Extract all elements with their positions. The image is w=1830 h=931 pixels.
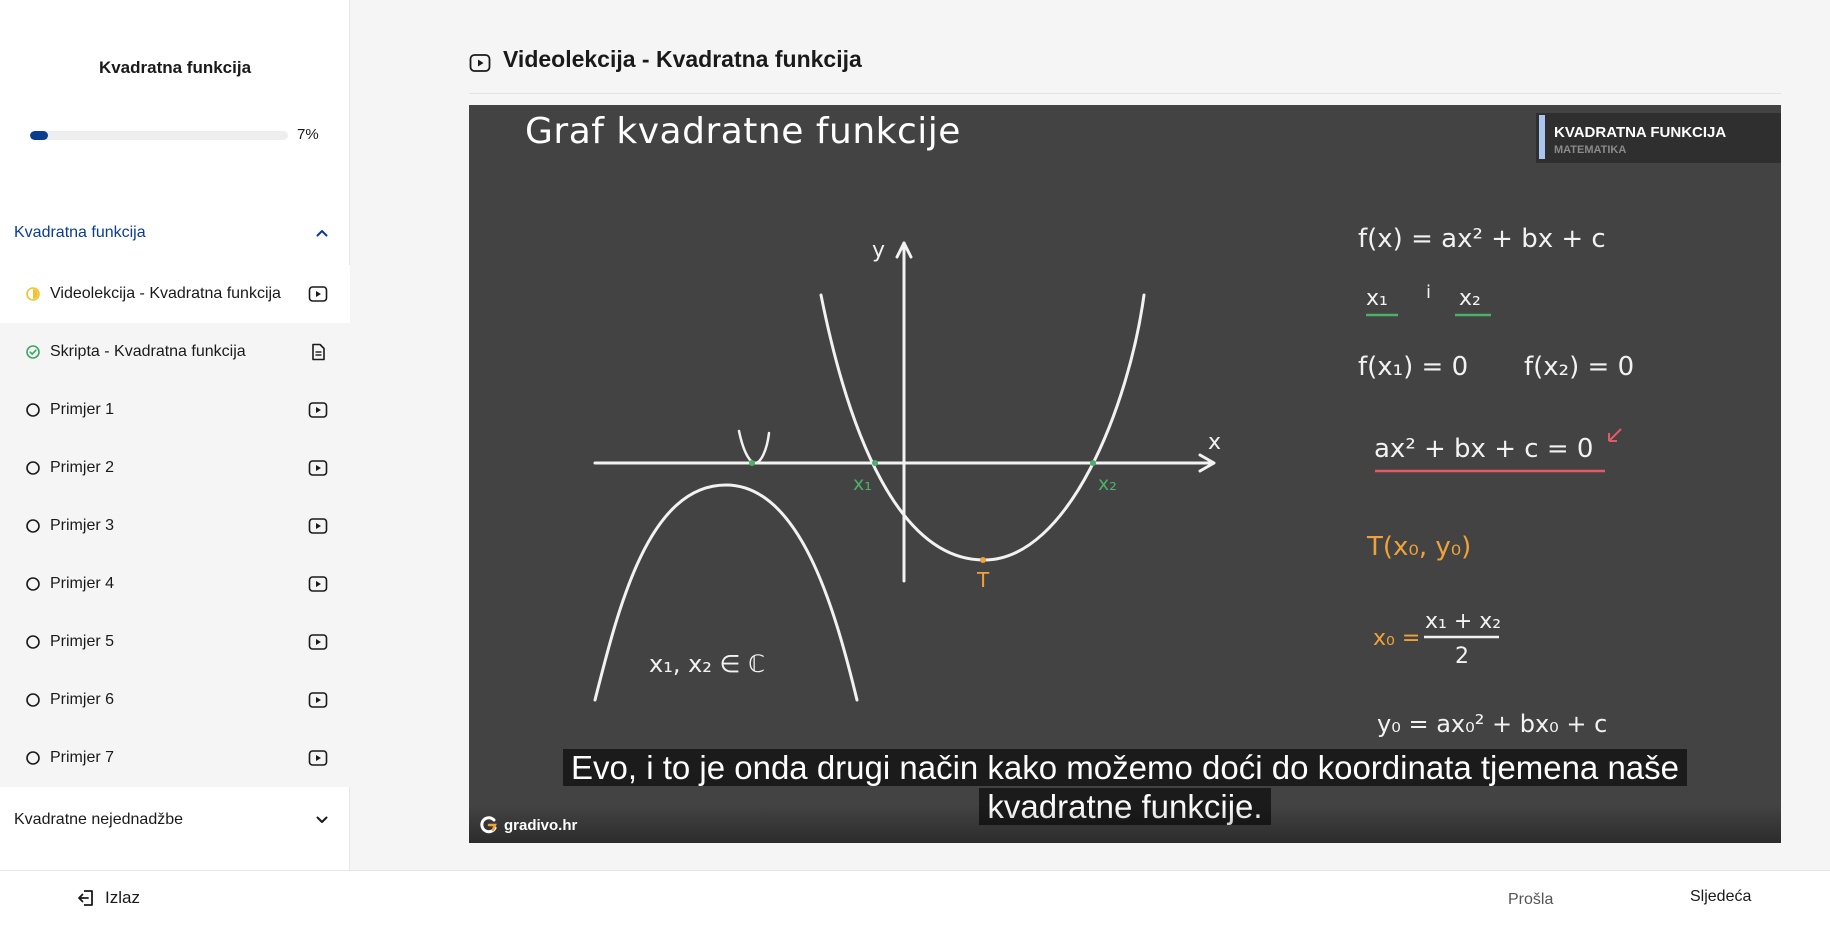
- badge-accent: [1539, 115, 1545, 159]
- lesson-item[interactable]: Primjer 6: [0, 671, 350, 729]
- formula-x0-left: x₀ =: [1373, 626, 1420, 651]
- axis-y-label: y: [872, 238, 885, 263]
- lesson-label: Primjer 7: [50, 749, 115, 766]
- not-started-circle-icon: [26, 577, 40, 591]
- not-started-circle-icon: [26, 461, 40, 475]
- badge-subtitle: MATEMATIKA: [1554, 144, 1627, 156]
- video-icon: [308, 750, 328, 766]
- not-started-circle-icon: [26, 519, 40, 533]
- progress-percent: 7%: [297, 126, 319, 143]
- complex-roots-label: x₁, x₂ ∈ ℂ: [649, 650, 765, 678]
- formula-f-x2: f(x₂) = 0: [1524, 352, 1634, 382]
- next-label: Sljedeća: [1690, 888, 1752, 905]
- progress-fill: [30, 131, 49, 140]
- in-progress-icon: [26, 287, 40, 301]
- formula-f-x1: f(x₁) = 0: [1358, 352, 1468, 382]
- badge-title: KVADRATNA FUNKCIJA: [1554, 124, 1727, 141]
- formula-equation: ax² + bx + c = 0: [1374, 434, 1593, 464]
- video-player[interactable]: y x x₁ x₂ T x₁, x₂ ∈ ℂ f(x) = ax² + bx +…: [469, 105, 1781, 843]
- exit-button[interactable]: Izlaz: [76, 888, 140, 908]
- chapter-kvadratne-nejednadzbe[interactable]: Kvadratne nejednadžbe: [0, 792, 350, 848]
- chapter-label: Kvadratna funkcija: [14, 224, 146, 241]
- gradivo-logo-icon: [480, 816, 497, 834]
- completed-check-icon: [26, 345, 40, 359]
- vertex-label: T: [976, 568, 990, 592]
- lesson-header: Videolekcija - Kvadratna funkcija: [469, 46, 1781, 94]
- course-progress: 7%: [30, 126, 330, 146]
- lesson-label: Primjer 6: [50, 691, 115, 708]
- previous-button[interactable]: Prošla: [1498, 891, 1553, 909]
- lesson-item[interactable]: Primjer 3: [0, 497, 350, 555]
- video-icon: [308, 692, 328, 708]
- brand-watermark: gradivo.hr: [479, 815, 577, 835]
- chevron-up-icon: [316, 227, 328, 239]
- lesson-item[interactable]: Primjer 1: [0, 381, 350, 439]
- lesson-label: Primjer 5: [50, 633, 115, 650]
- formula-and: i: [1426, 282, 1431, 303]
- progress-track: [30, 131, 288, 140]
- chalkboard-drawing: y x x₁ x₂ T x₁, x₂ ∈ ℂ f(x) = ax² + bx +…: [593, 224, 1634, 738]
- not-started-circle-icon: [26, 693, 40, 707]
- video-icon: [308, 402, 328, 418]
- page-title: Videolekcija - Kvadratna funkcija: [503, 46, 862, 72]
- lesson-list: Videolekcija - Kvadratna funkcija Skript…: [0, 265, 350, 787]
- previous-label: Prošla: [1508, 891, 1554, 908]
- formula-vertex: T(x₀, y₀): [1366, 532, 1471, 562]
- exit-icon: [78, 890, 93, 906]
- formula-x2: x₂: [1459, 286, 1481, 311]
- formula-x0-denominator: 2: [1455, 644, 1469, 669]
- small-parabola: [737, 429, 771, 465]
- video-icon: [308, 634, 328, 650]
- exit-label: Izlaz: [105, 888, 140, 907]
- lesson-label: Primjer 3: [50, 517, 115, 534]
- course-title: Kvadratna funkcija: [98, 58, 252, 77]
- video-bottom-bar: [469, 805, 1781, 843]
- next-button[interactable]: Sljedeća: [1690, 888, 1761, 906]
- upward-parabola: [819, 293, 1146, 562]
- root1-label: x₁: [853, 473, 872, 495]
- lesson-label: Primjer 1: [50, 401, 115, 418]
- video-icon: [308, 286, 328, 302]
- brand-name: gradivo.hr: [504, 816, 578, 834]
- lesson-item[interactable]: Primjer 5: [0, 613, 350, 671]
- chevron-down-icon: [316, 814, 328, 826]
- not-started-circle-icon: [26, 403, 40, 417]
- chapter-label: Kvadratne nejednadžbe: [14, 811, 184, 828]
- formula-y0: y₀ = ax₀² + bx₀ + c: [1377, 710, 1607, 738]
- board-title: Graf kvadratne funkcije: [525, 111, 961, 152]
- chapter-kvadratna-funkcija[interactable]: Kvadratna funkcija: [0, 205, 350, 261]
- subtitle-line-1: Evo, i to je onda drugi način kako možem…: [563, 749, 1687, 786]
- video-icon: [308, 518, 328, 534]
- video-topic-badge: KVADRATNA FUNKCIJA MATEMATIKA: [1536, 113, 1781, 163]
- lesson-label: Videolekcija - Kvadratna funkcija: [50, 285, 281, 302]
- not-started-circle-icon: [26, 751, 40, 765]
- document-icon: [312, 343, 325, 361]
- formula-x0-numerator: x₁ + x₂: [1425, 609, 1501, 634]
- lesson-label: Primjer 2: [50, 459, 115, 476]
- lesson-label: Primjer 4: [50, 575, 115, 592]
- lesson-item[interactable]: Primjer 7: [0, 729, 350, 787]
- formula-general: f(x) = ax² + bx + c: [1358, 224, 1606, 254]
- course-sidebar: Kvadratna funkcija 7% Kvadratna funkcija…: [0, 0, 350, 870]
- lesson-item[interactable]: Skripta - Kvadratna funkcija: [0, 323, 350, 381]
- not-started-circle-icon: [26, 635, 40, 649]
- lesson-label: Skripta - Kvadratna funkcija: [50, 343, 246, 360]
- formula-x1: x₁: [1366, 286, 1388, 311]
- lesson-item[interactable]: Primjer 2: [0, 439, 350, 497]
- root2-label: x₂: [1098, 473, 1117, 495]
- footer-nav: Izlaz Prošla Sljedeća: [0, 870, 1830, 931]
- axis-x-label: x: [1208, 430, 1221, 455]
- lesson-item[interactable]: Primjer 4: [0, 555, 350, 613]
- video-icon: [308, 460, 328, 476]
- lesson-item[interactable]: Videolekcija - Kvadratna funkcija: [0, 265, 350, 323]
- video-icon: [469, 54, 491, 72]
- video-icon: [308, 576, 328, 592]
